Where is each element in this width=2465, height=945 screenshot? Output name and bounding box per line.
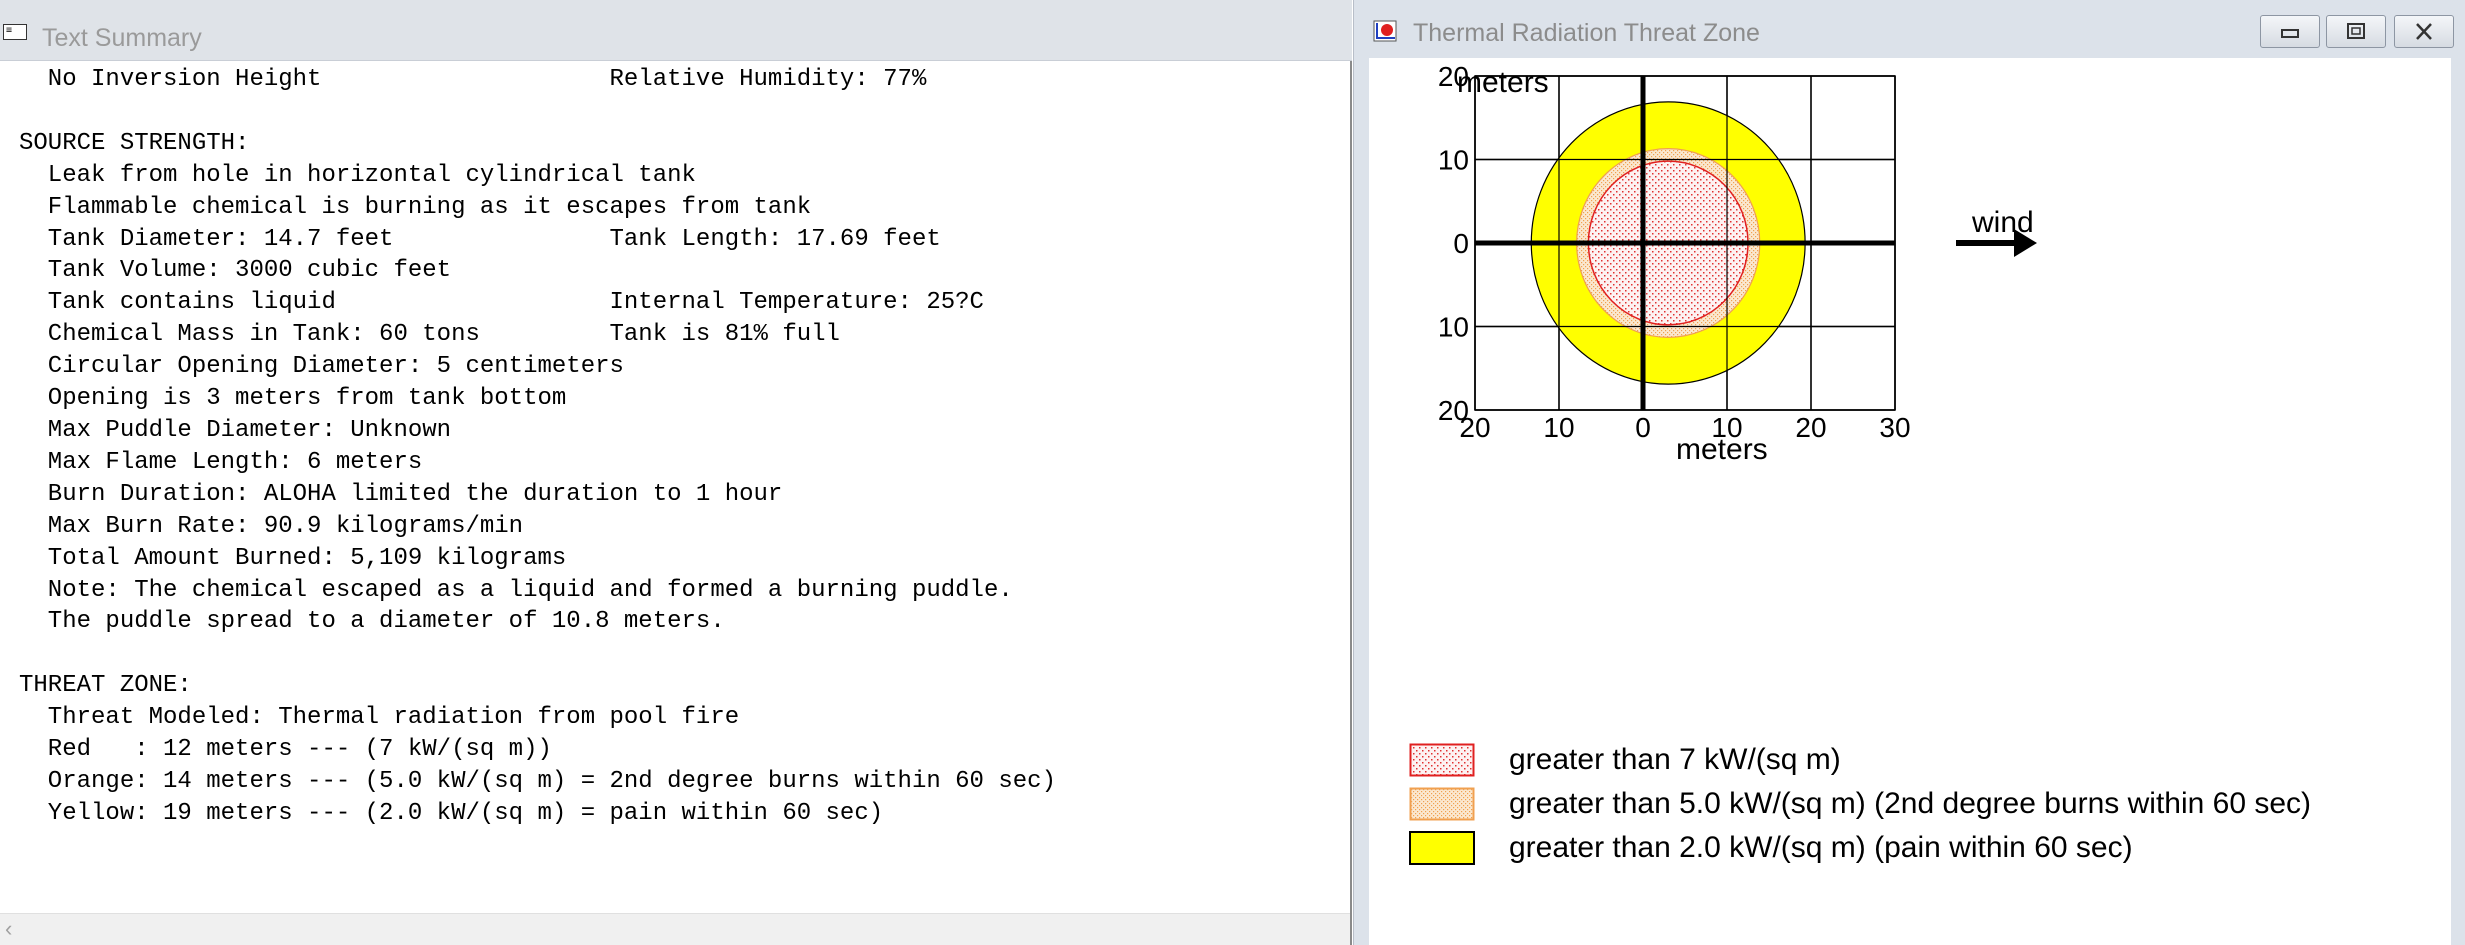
- summary-line: Red : 12 meters --- (7 kW/(sq m)): [47, 736, 552, 764]
- maximize-button[interactable]: [2326, 15, 2386, 48]
- summary-line: SOURCE STRENGTH:: [19, 129, 250, 157]
- x-axis-unit-label: meters: [1676, 433, 1768, 466]
- restore-icon: [2347, 23, 2365, 39]
- legend-label-red: greater than 7 kW/(sq m): [1509, 743, 1841, 776]
- window-title: Text Summary: [42, 24, 202, 52]
- x-tick-label: 10: [1543, 412, 1574, 443]
- y-tick-label: 20: [1438, 395, 1469, 426]
- y-tick-label: 0: [1453, 228, 1469, 259]
- summary-line: The puddle spread to a diameter of 10.8 …: [47, 608, 725, 636]
- wind-label: wind: [1971, 206, 2034, 239]
- horizontal-scrollbar[interactable]: ‹: [0, 913, 1350, 945]
- legend-label-yellow: greater than 2.0 kW/(sq m) (pain within …: [1509, 831, 2133, 864]
- text-summary-title-bar[interactable]: ≡ Text Summary: [0, 0, 1352, 61]
- threat-zone-app-icon: [1373, 20, 1397, 42]
- summary-line: Tank Diameter: 14.7 feet Tank Length: 17…: [47, 225, 941, 253]
- window-title: Thermal Radiation Threat Zone: [1413, 19, 1760, 47]
- summary-line: Leak from hole in horizontal cylindrical…: [47, 161, 696, 189]
- threat-zone-chart: 20 10 0 10 20 30201001020 meters meters wind: [1438, 61, 2037, 466]
- summary-line: Total Amount Burned: 5,109 kilograms: [47, 544, 567, 572]
- summary-line: No Inversion Height Relative Humidity: 7…: [47, 66, 927, 93]
- summary-line: Flammable chemical is burning as it esca…: [47, 193, 812, 221]
- summary-line: Yellow: 19 meters --- (2.0 kW/(sq m) = p…: [47, 799, 884, 827]
- close-icon: [2416, 23, 2432, 40]
- summary-line: Tank Volume: 3000 cubic feet: [47, 257, 452, 285]
- x-tick-label: 0: [1635, 412, 1651, 443]
- summary-line: Max Puddle Diameter: Unknown: [47, 416, 452, 444]
- legend-swatch-yellow: [1409, 831, 1475, 865]
- summary-line: Max Burn Rate: 90.9 kilograms/min: [47, 512, 524, 540]
- summary-line: Max Flame Length: 6 meters: [47, 448, 423, 476]
- y-tick-label: 10: [1438, 145, 1469, 176]
- scroll-left-icon[interactable]: ‹: [5, 914, 12, 944]
- threat-zone-title-bar[interactable]: Thermal Radiation Threat Zone: [1354, 0, 2465, 58]
- close-button[interactable]: [2394, 15, 2454, 48]
- summary-line: Circular Opening Diameter: 5 centimeters: [47, 353, 624, 381]
- summary-line: Tank contains liquid Internal Temperatur…: [47, 289, 984, 317]
- legend-swatch-orange: [1409, 787, 1475, 821]
- y-tick-label: 10: [1438, 312, 1469, 343]
- minimize-icon: [2281, 29, 2299, 38]
- summary-line: Note: The chemical escaped as a liquid a…: [47, 576, 1013, 604]
- summary-line: Opening is 3 meters from tank bottom: [47, 385, 567, 413]
- threat-zone-window: Thermal Radiation Threat Zone 20 10 0 10…: [1353, 0, 2465, 945]
- legend-label-orange: greater than 5.0 kW/(sq m) (2nd degree b…: [1509, 787, 2312, 820]
- threat-zone-plot-area: 20 10 0 10 20 30 20 10 0 10 20 meters meters wind …: [1369, 58, 2451, 945]
- minimize-button[interactable]: [2260, 15, 2320, 48]
- summary-line: Threat Modeled: Thermal radiation from p…: [47, 704, 740, 732]
- summary-text: No Inversion Height Relative Humidity: 7…: [19, 64, 1339, 914]
- y-axis-unit-label: meters: [1457, 66, 1549, 99]
- summary-line: Orange: 14 meters --- (5.0 kW/(sq m) = 2…: [47, 767, 1056, 795]
- x-tick-label: 30: [1879, 412, 1910, 443]
- summary-line: Burn Duration: ALOHA limited the duratio…: [47, 480, 783, 508]
- text-summary-window: ≡ Text Summary No Inversion Height Relat…: [0, 0, 1352, 945]
- summary-line: Chemical Mass in Tank: 60 tons Tank is 8…: [47, 321, 840, 349]
- summary-line: THREAT ZONE:: [19, 672, 192, 700]
- legend-swatch-red: [1409, 743, 1475, 777]
- document-icon: ≡: [3, 24, 27, 40]
- x-tick-label: 20: [1795, 412, 1826, 443]
